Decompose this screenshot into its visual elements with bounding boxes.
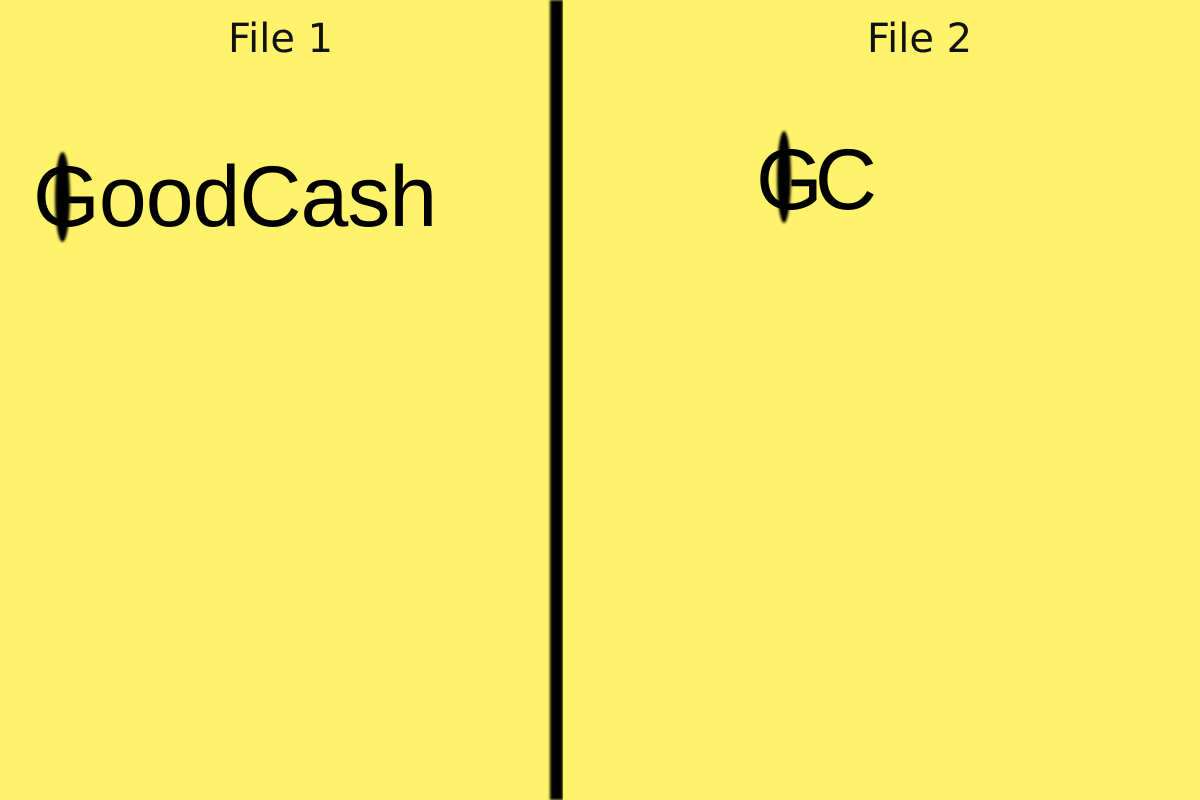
gc-logo-text: GC — [756, 132, 877, 228]
file-2-panel: File 2 GC — [563, 0, 1200, 800]
text-cursor-icon — [55, 152, 70, 242]
text-cursor-icon — [777, 131, 791, 223]
goodcash-logo-text: GoodCash — [33, 149, 437, 245]
panel-divider — [550, 0, 563, 800]
file-1-title: File 1 — [228, 16, 334, 62]
file-2-title: File 2 — [867, 16, 973, 62]
file-1-panel: File 1 GoodCash — [0, 0, 550, 800]
